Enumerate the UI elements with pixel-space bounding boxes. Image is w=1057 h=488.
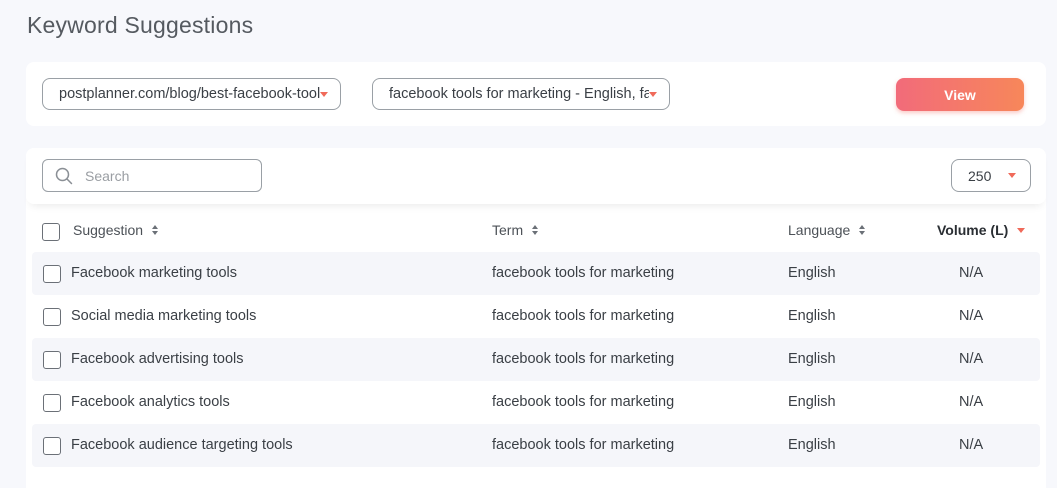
sort-icon: [152, 225, 159, 235]
column-header-suggestion[interactable]: Suggestion: [73, 222, 159, 238]
row-checkbox[interactable]: [43, 351, 61, 369]
volume-cell: N/A: [959, 265, 984, 281]
filter-card: postplanner.com/blog/best-facebook-tools…: [26, 62, 1046, 126]
search-input[interactable]: [85, 167, 235, 184]
table-row[interactable]: Facebook analytics tools facebook tools …: [32, 381, 1040, 424]
table-row[interactable]: Facebook advertising tools facebook tool…: [32, 338, 1040, 381]
term-cell: facebook tools for marketing: [492, 351, 675, 367]
suggestion-cell: Facebook advertising tools: [71, 351, 244, 367]
per-page-select[interactable]: 250: [951, 159, 1031, 192]
term-select[interactable]: facebook tools for marketing - English, …: [372, 78, 670, 110]
row-checkbox[interactable]: [43, 265, 61, 283]
language-cell: English: [788, 437, 836, 453]
volume-cell: N/A: [959, 308, 984, 324]
row-checkbox[interactable]: [43, 308, 61, 326]
url-select[interactable]: postplanner.com/blog/best-facebook-tools: [42, 78, 341, 110]
volume-cell: N/A: [959, 351, 984, 367]
term-cell: facebook tools for marketing: [492, 265, 675, 281]
url-select-value: postplanner.com/blog/best-facebook-tools: [59, 86, 320, 102]
per-page-value: 250: [968, 167, 992, 184]
term-cell: facebook tools for marketing: [492, 394, 675, 410]
column-header-term[interactable]: Term: [492, 222, 539, 238]
column-header-volume[interactable]: Volume (L): [937, 222, 1026, 238]
row-checkbox[interactable]: [43, 437, 61, 455]
column-header-label: Language: [788, 222, 851, 238]
column-header-label: Volume (L): [937, 222, 1009, 238]
table-header: Suggestion Term Language Volume (L): [26, 214, 1046, 248]
table-toolbar: 250: [26, 148, 1046, 204]
language-cell: English: [788, 308, 836, 324]
language-cell: English: [788, 394, 836, 410]
chevron-down-icon: [320, 91, 328, 97]
suggestion-cell: Social media marketing tools: [71, 308, 257, 324]
suggestion-cell: Facebook marketing tools: [71, 265, 238, 281]
view-button[interactable]: View: [896, 78, 1024, 111]
term-select-value: facebook tools for marketing - English, …: [389, 86, 649, 102]
language-cell: English: [788, 265, 836, 281]
sort-icon: [859, 225, 866, 235]
table-row[interactable]: Facebook audience targeting tools facebo…: [32, 424, 1040, 467]
search-box[interactable]: [42, 159, 262, 192]
column-header-label: Term: [492, 222, 524, 238]
chevron-down-icon: [1008, 173, 1016, 178]
term-cell: facebook tools for marketing: [492, 308, 675, 324]
table-row[interactable]: Social media marketing tools facebook to…: [32, 295, 1040, 338]
table-row[interactable]: Facebook marketing tools facebook tools …: [32, 252, 1040, 295]
volume-cell: N/A: [959, 394, 984, 410]
column-header-label: Suggestion: [73, 222, 144, 238]
suggestions-table-card: 250 Suggestion Term Language Volume (L) …: [26, 148, 1046, 488]
suggestion-cell: Facebook audience targeting tools: [71, 437, 293, 453]
chevron-down-icon: [649, 91, 657, 97]
select-all-checkbox[interactable]: [42, 223, 60, 241]
suggestion-cell: Facebook analytics tools: [71, 394, 230, 410]
sort-descending-icon: [1017, 227, 1026, 233]
row-checkbox[interactable]: [43, 394, 61, 412]
page-title: Keyword Suggestions: [27, 12, 254, 38]
table-body: Facebook marketing tools facebook tools …: [32, 252, 1040, 467]
language-cell: English: [788, 351, 836, 367]
term-cell: facebook tools for marketing: [492, 437, 675, 453]
volume-cell: N/A: [959, 437, 984, 453]
sort-icon: [532, 225, 539, 235]
search-icon: [55, 167, 73, 184]
column-header-language[interactable]: Language: [788, 222, 866, 238]
